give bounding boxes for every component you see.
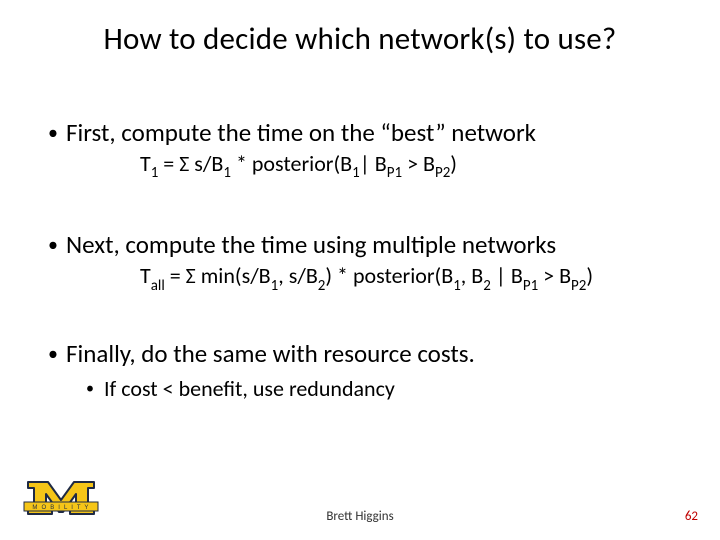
footer-page-number: 62 bbox=[685, 509, 698, 524]
spacer bbox=[48, 186, 688, 230]
f1-mid: * posterior(B bbox=[231, 150, 352, 177]
f1-bp2sub: P2 bbox=[435, 164, 450, 182]
sub-bullet-1-text: If cost < benefit, use redundancy bbox=[104, 375, 395, 403]
f2-pre: = Σ min(s/B bbox=[165, 262, 271, 289]
f2-c2: , B bbox=[461, 262, 483, 289]
f2-lhs-sub: all bbox=[151, 277, 165, 295]
bullet-dot: • bbox=[86, 375, 104, 403]
f1-pre: = Σ s/B bbox=[158, 150, 223, 177]
bullet-dot: • bbox=[48, 339, 66, 369]
bullet-3-text: Finally, do the same with resource costs… bbox=[66, 339, 475, 369]
slide-body: • First, compute the time on the “best” … bbox=[48, 118, 688, 403]
formula-2: Tall = Σ min(s/B1, s/B2) * posterior(B1,… bbox=[140, 262, 688, 298]
f1-bp1sub: P1 bbox=[387, 164, 402, 182]
f1-lhs-base: T bbox=[140, 150, 151, 177]
f1-b1sub: 1 bbox=[223, 164, 231, 182]
f1-gt: > B bbox=[402, 150, 435, 177]
f2-c1: , s/B bbox=[278, 262, 318, 289]
bullet-2: • Next, compute the time using multiple … bbox=[48, 230, 688, 260]
f1-lhs-sub: 1 bbox=[151, 164, 159, 182]
f2-bp1sub: P1 bbox=[523, 277, 538, 295]
slide-title: How to decide which network(s) to use? bbox=[0, 20, 720, 58]
bullet-dot: • bbox=[48, 230, 66, 260]
bullet-1-text: First, compute the time on the “best” ne… bbox=[66, 118, 536, 148]
sub-bullet-1: • If cost < benefit, use redundancy bbox=[86, 375, 688, 403]
f2-end: ) bbox=[586, 262, 593, 289]
slide: How to decide which network(s) to use? •… bbox=[0, 0, 720, 540]
bullet-3: • Finally, do the same with resource cos… bbox=[48, 339, 688, 369]
spacer bbox=[48, 299, 688, 339]
f1-bar: | B bbox=[360, 150, 387, 177]
f2-lhs-base: T bbox=[140, 262, 151, 289]
f2-gt: > B bbox=[538, 262, 571, 289]
bullet-2-text: Next, compute the time using multiple ne… bbox=[66, 230, 556, 260]
bullet-dot: • bbox=[48, 118, 66, 148]
f2-m2sub: 2 bbox=[318, 277, 326, 295]
formula-1: T1 = Σ s/B1 * posterior(B1| BP1 > BP2) bbox=[140, 150, 688, 186]
f2-pb2sub: 2 bbox=[483, 277, 491, 295]
f1-pb1sub: 1 bbox=[352, 164, 360, 182]
footer-author: Brett Higgins bbox=[0, 509, 720, 524]
f1-end: ) bbox=[450, 150, 457, 177]
f2-m1sub: 1 bbox=[271, 277, 279, 295]
f2-bar: | B bbox=[491, 262, 523, 289]
bullet-1: • First, compute the time on the “best” … bbox=[48, 118, 688, 148]
f2-cpost: ) * posterior(B bbox=[325, 262, 453, 289]
f2-pb1sub: 1 bbox=[453, 277, 461, 295]
f2-bp2sub: P2 bbox=[571, 277, 586, 295]
